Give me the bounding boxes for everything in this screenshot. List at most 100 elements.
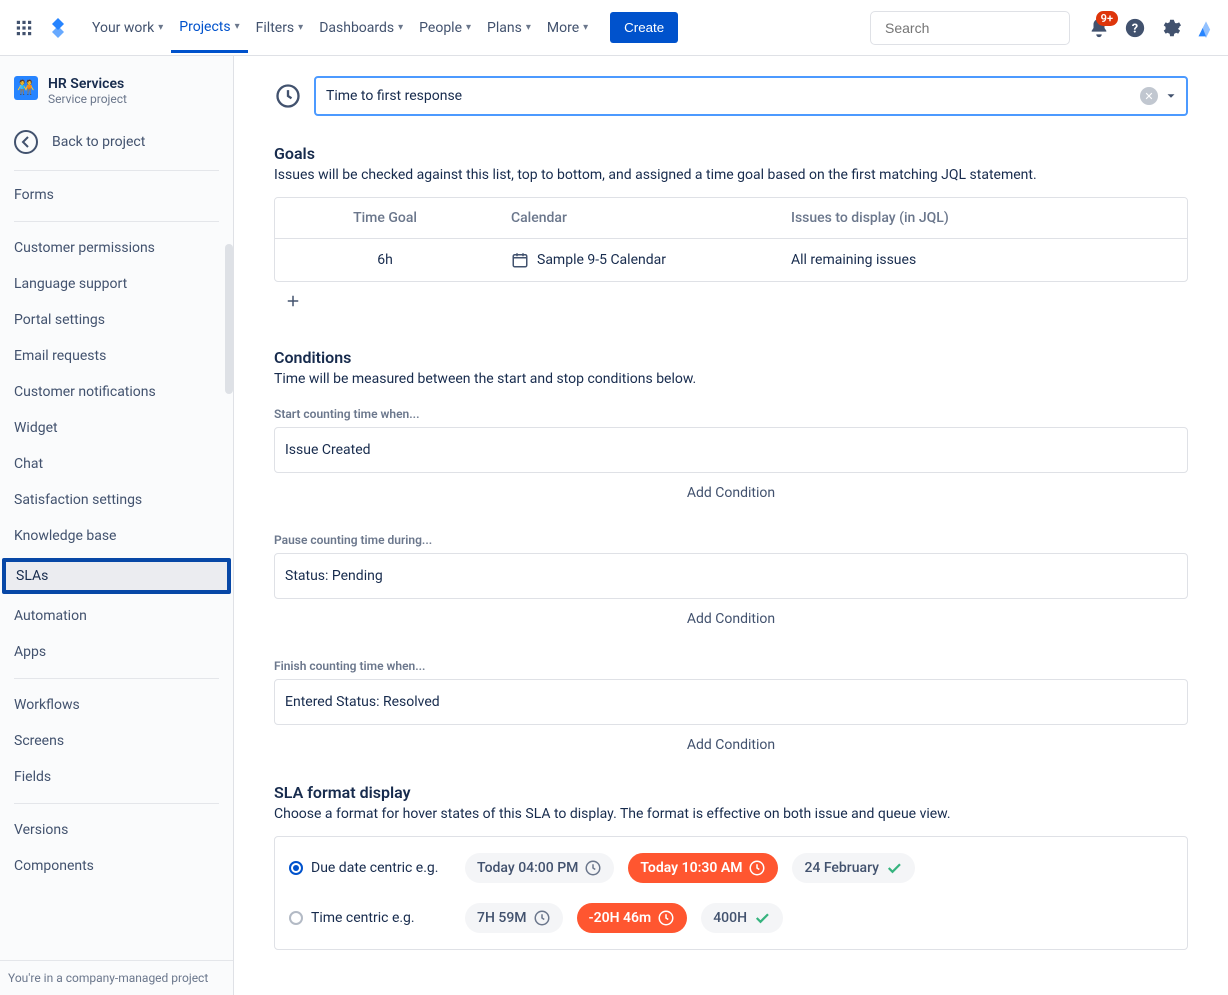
search-input[interactable] (885, 20, 1066, 36)
add-start-condition[interactable]: Add Condition (274, 473, 1188, 513)
search-input-wrap[interactable] (870, 11, 1070, 45)
format-row-time: Time centric e.g. 7H 59M -20H 46m 400H (289, 903, 1173, 933)
goals-heading: Goals (274, 144, 1188, 163)
finish-condition-label: Finish counting time when... (274, 659, 1188, 673)
add-finish-condition[interactable]: Add Condition (274, 725, 1188, 765)
sidebar-footer: You're in a company-managed project (0, 960, 233, 995)
check-icon (753, 909, 771, 927)
sidebar-item-customer-permissions[interactable]: Customer permissions (0, 230, 233, 266)
goals-table: Time Goal Calendar Issues to display (in… (274, 197, 1188, 282)
goal-jql-value: All remaining issues (775, 240, 1187, 280)
time-examples: 7H 59M -20H 46m 400H (465, 903, 783, 933)
sidebar-item-fields[interactable]: Fields (0, 759, 233, 795)
start-condition-box[interactable]: Issue Created (274, 427, 1188, 473)
jira-logo-icon[interactable] (46, 16, 70, 40)
sidebar-item-customer-notifications[interactable]: Customer notifications (0, 374, 233, 410)
add-pause-condition[interactable]: Add Condition (274, 599, 1188, 639)
notifications-button[interactable]: 9+ (1088, 17, 1110, 39)
sidebar: 🧑‍🤝‍🧑 HR Services Service project Back t… (0, 56, 234, 995)
pause-condition-label: Pause counting time during... (274, 533, 1188, 547)
sidebar-item-versions[interactable]: Versions (0, 812, 233, 848)
nav-item-projects[interactable]: Projects▾ (171, 4, 247, 53)
due-pill-1: Today 04:00 PM (465, 853, 614, 883)
clock-icon (748, 859, 766, 877)
project-name: HR Services (48, 76, 127, 92)
col-time-goal: Time Goal (275, 198, 495, 238)
sla-metric-row: Time to first response ✕ (274, 76, 1188, 116)
clock-icon (584, 859, 602, 877)
sidebar-item-components[interactable]: Components (0, 848, 233, 884)
top-nav: Your work▾Projects▾Filters▾Dashboards▾Pe… (0, 0, 1228, 56)
clock-icon (533, 909, 551, 927)
plus-icon (284, 292, 302, 310)
time-pill-2: -20H 46m (577, 903, 688, 933)
radio-time-label: Time centric e.g. (311, 910, 415, 926)
radio-due-date[interactable]: Due date centric e.g. (289, 860, 449, 876)
goals-table-head: Time Goal Calendar Issues to display (in… (275, 198, 1187, 239)
svg-text:?: ? (1132, 21, 1138, 36)
gear-icon (1160, 17, 1182, 39)
finish-condition-box[interactable]: Entered Status: Resolved (274, 679, 1188, 725)
due-pill-3: 24 February (792, 853, 915, 883)
goals-table-row[interactable]: 6h Sample 9-5 Calendar All remaining iss… (275, 239, 1187, 281)
radio-due-label: Due date centric e.g. (311, 860, 438, 876)
due-pill-2: Today 10:30 AM (628, 853, 778, 883)
conditions-heading: Conditions (274, 348, 1188, 367)
project-type: Service project (48, 92, 127, 106)
sidebar-item-email-requests[interactable]: Email requests (0, 338, 233, 374)
nav-item-more[interactable]: More▾ (539, 4, 596, 52)
sidebar-item-slas[interactable]: SLAs (2, 558, 231, 594)
add-goal-button[interactable] (274, 282, 1188, 320)
sidebar-item-automation[interactable]: Automation (0, 598, 233, 634)
main-content: Time to first response ✕ Goals Issues wi… (234, 56, 1228, 995)
sidebar-item-portal-settings[interactable]: Portal settings (0, 302, 233, 338)
clock-icon (274, 82, 302, 110)
clear-icon[interactable]: ✕ (1140, 87, 1158, 105)
nav-item-plans[interactable]: Plans▾ (479, 4, 539, 52)
sidebar-item-forms[interactable]: Forms (0, 177, 233, 213)
sla-metric-value: Time to first response (326, 88, 1140, 104)
sla-metric-select[interactable]: Time to first response ✕ (314, 76, 1188, 116)
sidebar-item-satisfaction-settings[interactable]: Satisfaction settings (0, 482, 233, 518)
format-heading: SLA format display (274, 783, 1188, 802)
back-to-project[interactable]: Back to project (0, 116, 233, 170)
sidebar-item-apps[interactable]: Apps (0, 634, 233, 670)
sidebar-item-knowledge-base[interactable]: Knowledge base (0, 518, 233, 554)
nav-item-your-work[interactable]: Your work▾ (84, 4, 171, 52)
atlassian-icon[interactable] (1196, 18, 1216, 38)
create-button[interactable]: Create (610, 12, 678, 43)
app-switcher-icon[interactable] (12, 16, 36, 40)
sidebar-item-screens[interactable]: Screens (0, 723, 233, 759)
help-button[interactable]: ? (1124, 17, 1146, 39)
sidebar-item-language-support[interactable]: Language support (0, 266, 233, 302)
format-row-due: Due date centric e.g. Today 04:00 PM Tod… (289, 853, 1173, 883)
col-jql: Issues to display (in JQL) (775, 198, 1187, 238)
pause-condition-box[interactable]: Status: Pending (274, 553, 1188, 599)
col-calendar: Calendar (495, 198, 775, 238)
conditions-desc: Time will be measured between the start … (274, 371, 1188, 387)
settings-button[interactable] (1160, 17, 1182, 39)
radio-dot-checked (289, 861, 303, 875)
nav-item-dashboards[interactable]: Dashboards▾ (311, 4, 411, 52)
sidebar-item-chat[interactable]: Chat (0, 446, 233, 482)
goal-calendar-value: Sample 9-5 Calendar (537, 252, 666, 268)
radio-dot-unchecked (289, 911, 303, 925)
top-nav-links: Your work▾Projects▾Filters▾Dashboards▾Pe… (84, 4, 596, 52)
clock-icon (657, 909, 675, 927)
due-examples: Today 04:00 PM Today 10:30 AM 24 Februar… (465, 853, 915, 883)
nav-item-people[interactable]: People▾ (411, 4, 479, 52)
project-icon: 🧑‍🤝‍🧑 (14, 76, 38, 100)
sidebar-item-widget[interactable]: Widget (0, 410, 233, 446)
format-box: Due date centric e.g. Today 04:00 PM Tod… (274, 836, 1188, 950)
check-icon (885, 859, 903, 877)
radio-time-centric[interactable]: Time centric e.g. (289, 910, 449, 926)
sidebar-scrollbar[interactable] (225, 244, 233, 394)
sidebar-nav: Forms Customer permissionsLanguage suppor… (0, 171, 233, 960)
chevron-down-icon[interactable] (1164, 89, 1178, 103)
goals-desc: Issues will be checked against this list… (274, 167, 1188, 183)
sidebar-item-workflows[interactable]: Workflows (0, 687, 233, 723)
nav-item-filters[interactable]: Filters▾ (248, 4, 312, 52)
start-condition-label: Start counting time when... (274, 407, 1188, 421)
time-pill-3: 400H (701, 903, 783, 933)
goal-time-value: 6h (275, 240, 495, 280)
